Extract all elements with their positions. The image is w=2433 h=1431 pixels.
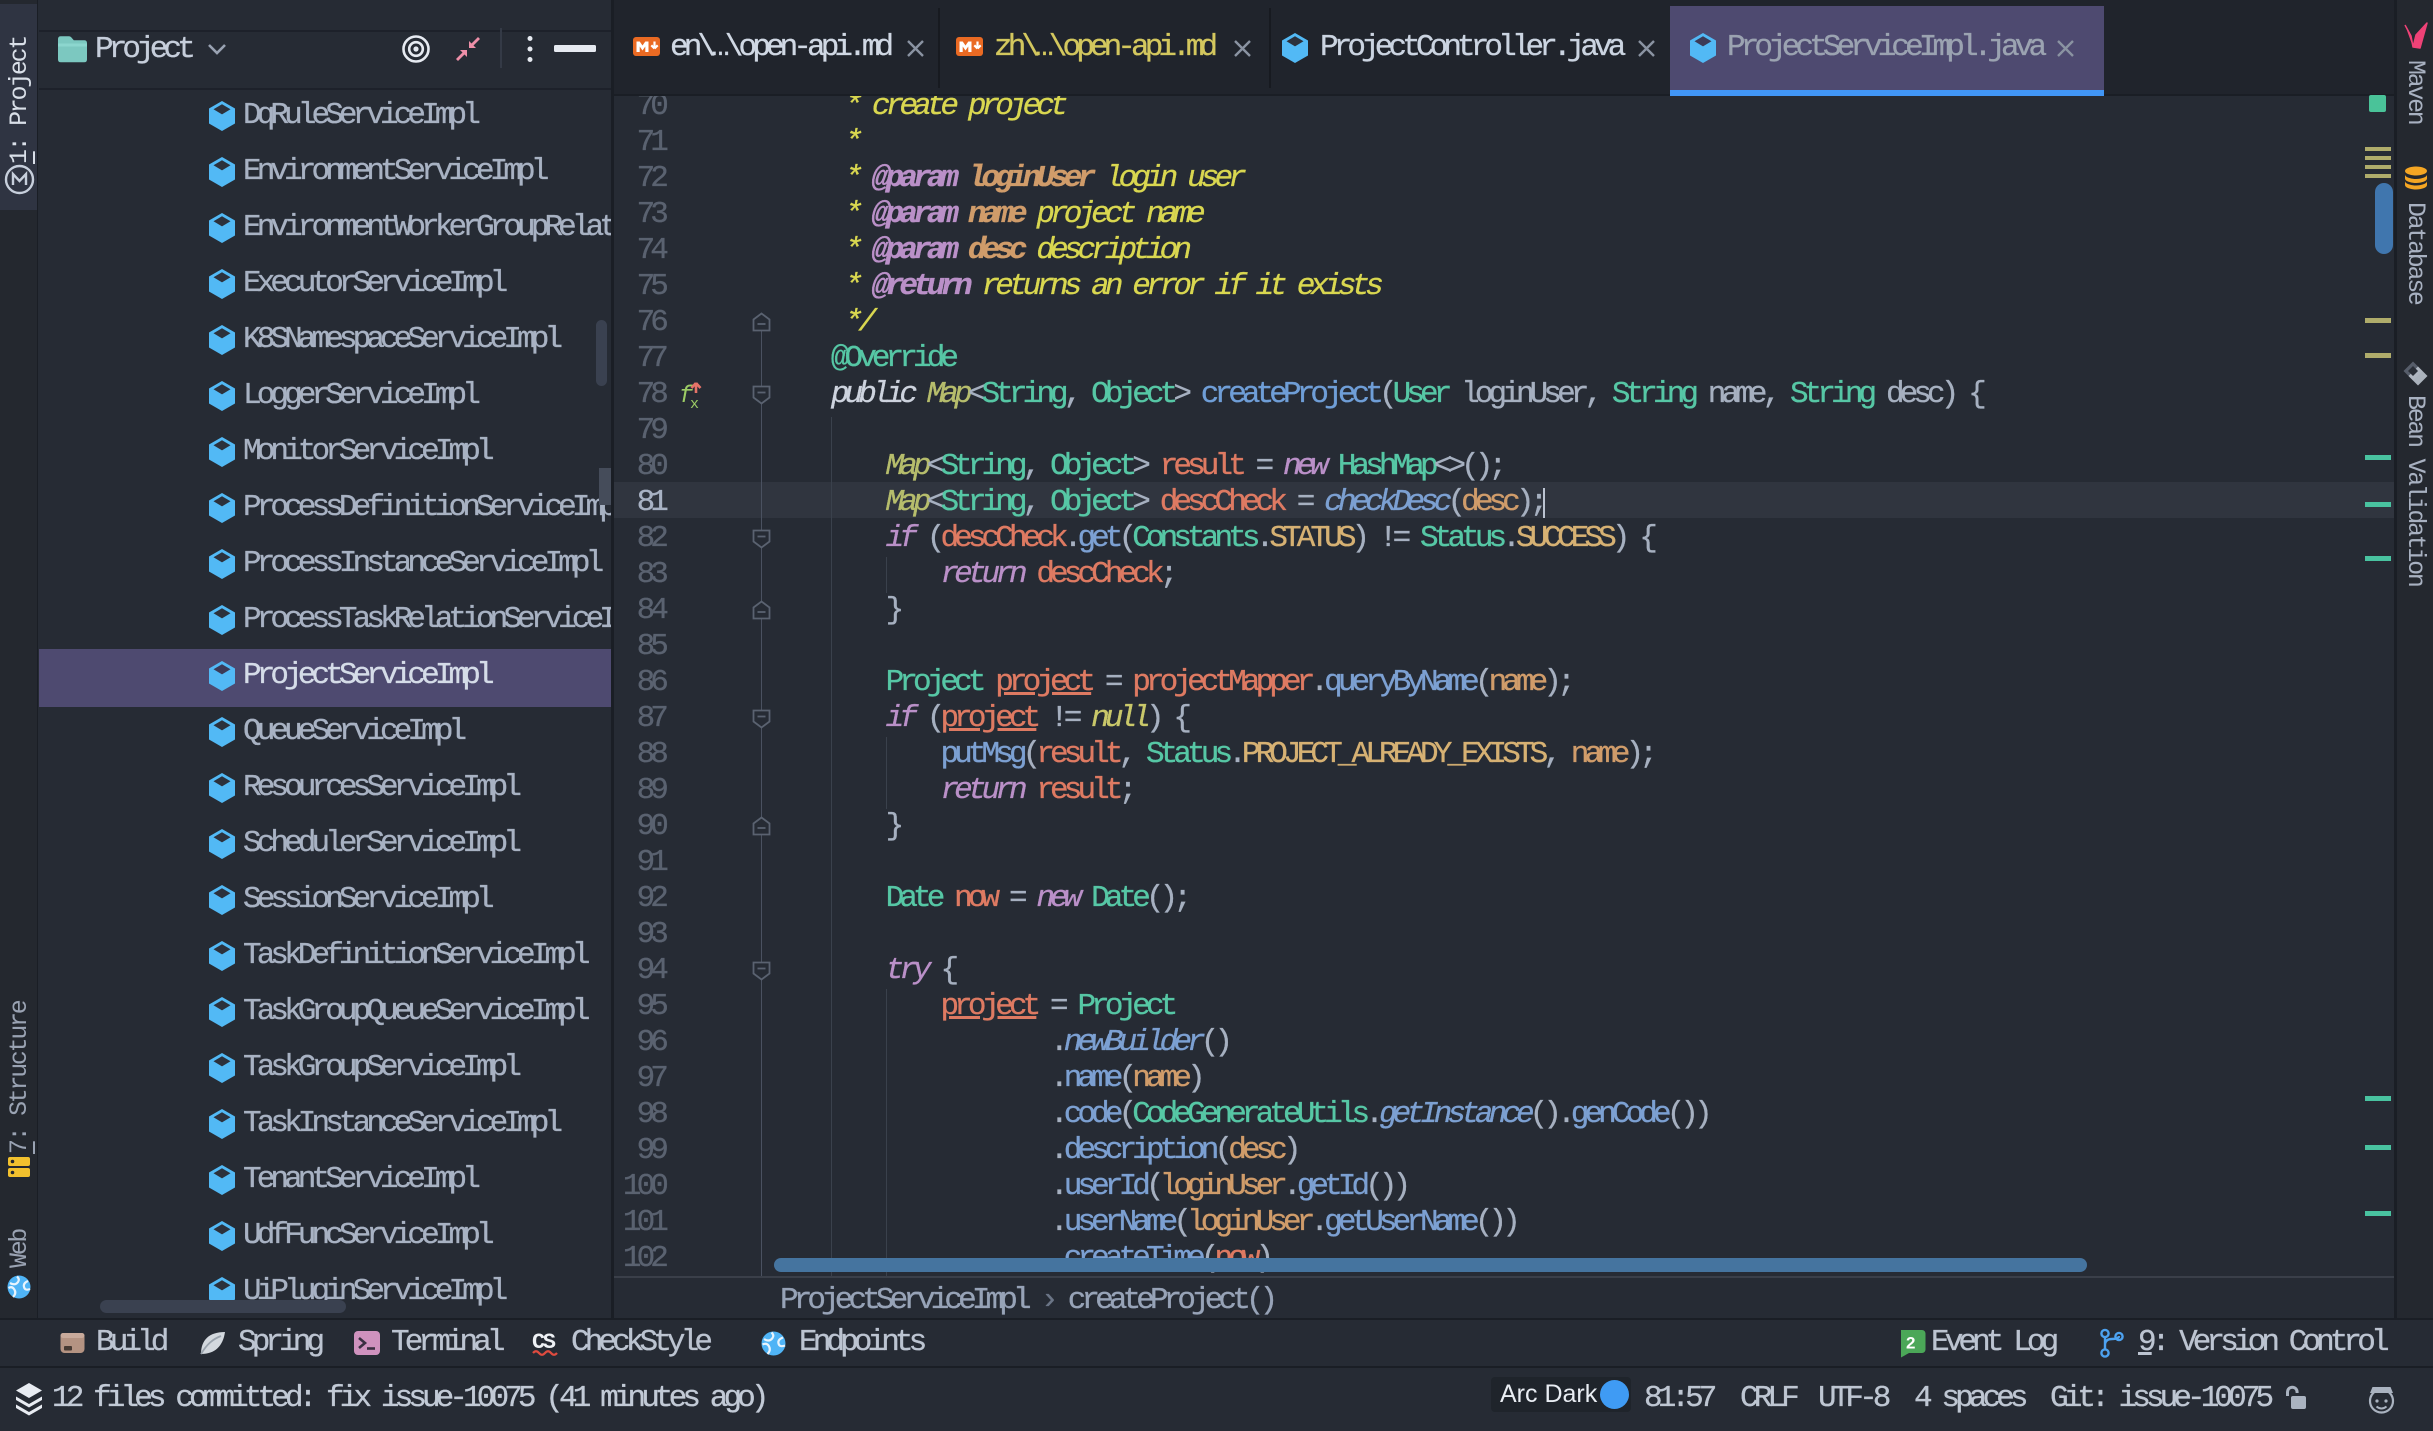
- svg-text:2: 2: [1906, 1334, 1915, 1353]
- svg-text:x: x: [690, 396, 699, 409]
